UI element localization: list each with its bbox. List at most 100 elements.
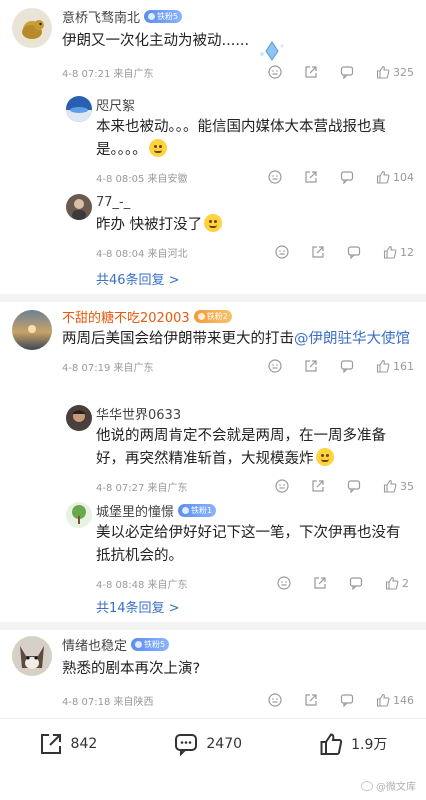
- share-button[interactable]: [304, 170, 318, 184]
- reply-time-location: 4-8 08:48 来自广东: [96, 579, 188, 591]
- react-button[interactable]: [277, 576, 291, 590]
- reply-text: 美以必定给伊好好记下这一笔，下次伊再也没有抵抗机会的。: [96, 522, 414, 568]
- share-icon: [312, 246, 324, 258]
- fan-badge: 铁粉5: [144, 9, 183, 23]
- like-button[interactable]: 12: [383, 245, 414, 259]
- username[interactable]: 77_-_: [96, 195, 130, 210]
- comment-text-content: 伊朗又一次化主动为被动......: [62, 33, 250, 49]
- fan-badge-label: 铁粉1: [191, 505, 213, 515]
- smile-icon: [277, 576, 291, 590]
- share-button[interactable]: [311, 479, 325, 493]
- like-button[interactable]: 325: [376, 65, 414, 79]
- avatar[interactable]: [66, 405, 92, 431]
- fan-badge: 铁粉1: [178, 503, 217, 517]
- reply-meta: 4-8 08:05 来自安徽 104: [96, 166, 414, 188]
- comment-text-content: 两周后美国会给伊朗带来更大的打击: [62, 331, 294, 347]
- username[interactable]: 城堡里的憧憬: [96, 501, 174, 520]
- share-post-button[interactable]: 842: [39, 732, 97, 756]
- username[interactable]: 情绪也稳定: [62, 635, 127, 654]
- reply-text-content: 他说的两周肯定不会就是两周，在一周多准备好，再突然精准斩首，大规模轰炸: [96, 428, 386, 467]
- reply-time-location: 4-8 08:05 来自安徽: [96, 173, 188, 185]
- reply-button[interactable]: [340, 693, 354, 707]
- fan-badge: 铁粉2: [193, 309, 232, 323]
- comment-icon: [347, 480, 361, 493]
- thumbs-up-icon: [376, 170, 390, 184]
- like-button[interactable]: 2: [385, 576, 414, 590]
- divider: [0, 294, 426, 302]
- thumbs-up-icon: [376, 693, 390, 707]
- reply-time-location: 4-8 08:04 来自河北: [96, 248, 188, 260]
- like-count: 35: [400, 479, 414, 493]
- share-button[interactable]: [313, 576, 327, 590]
- react-button[interactable]: [268, 693, 282, 707]
- more-replies-label: 共46条回复 >: [96, 272, 180, 288]
- reply-button[interactable]: [340, 359, 354, 373]
- react-button[interactable]: [275, 479, 289, 493]
- share-button[interactable]: [304, 693, 318, 707]
- like-button[interactable]: 161: [376, 359, 414, 373]
- reply-text-content: 美以必定给伊好好记下这一笔，下次伊再也没有抵抗机会的。: [96, 525, 401, 564]
- comment-icon: [340, 694, 354, 707]
- username[interactable]: 华华世界0633: [96, 404, 181, 423]
- grin-emoji-icon: [315, 448, 334, 466]
- smile-icon: [268, 170, 282, 184]
- comment-actions: 325: [246, 65, 414, 79]
- like-count: 2: [402, 576, 409, 590]
- avatar[interactable]: [66, 96, 92, 122]
- reply-button[interactable]: [347, 479, 361, 493]
- sparkle-sticker-icon: [260, 41, 284, 61]
- smile-icon: [275, 245, 289, 259]
- like-post-button[interactable]: 1.9万: [319, 732, 387, 756]
- reply-button[interactable]: [349, 576, 363, 590]
- like-button[interactable]: 104: [376, 170, 414, 184]
- smile-icon: [268, 65, 282, 79]
- comment-actions: 161: [246, 359, 414, 373]
- avatar[interactable]: [66, 502, 92, 528]
- reply-button[interactable]: [340, 170, 354, 184]
- avatar[interactable]: [12, 310, 52, 350]
- reply-actions: 12: [253, 245, 414, 259]
- reply-button[interactable]: [340, 65, 354, 79]
- share-button[interactable]: [304, 359, 318, 373]
- comment-icon: [340, 66, 354, 79]
- like-button[interactable]: 35: [383, 479, 414, 493]
- react-button[interactable]: [268, 170, 282, 184]
- mention-link[interactable]: @伊朗驻华大使馆: [294, 331, 410, 347]
- fan-badge: 铁粉5: [131, 637, 170, 651]
- thumbs-up-icon: [383, 245, 397, 259]
- share-icon: [40, 733, 61, 754]
- laugh-emoji-icon: [148, 139, 167, 157]
- avatar[interactable]: [66, 194, 92, 220]
- react-button[interactable]: [268, 359, 282, 373]
- comment-time-location: 4-8 07:21 来自广东: [62, 68, 154, 80]
- username[interactable]: 咫尺絮: [96, 95, 135, 114]
- avatar[interactable]: [12, 8, 52, 48]
- like-count: 146: [393, 693, 414, 707]
- bottom-action-bar: 842 2470 1.9万: [0, 718, 426, 768]
- react-button[interactable]: [275, 245, 289, 259]
- username[interactable]: 不甜的糖不吃202003: [62, 307, 190, 326]
- thumbs-up-icon: [320, 732, 343, 755]
- more-replies-label: 共14条回复 >: [96, 600, 180, 616]
- reply-button[interactable]: [347, 245, 361, 259]
- comment-post-button[interactable]: 2470: [174, 732, 242, 756]
- comment-icon: [347, 246, 361, 259]
- reply-actions: 35: [253, 479, 414, 493]
- divider: [0, 622, 426, 630]
- like-button[interactable]: 146: [376, 693, 414, 707]
- share-button[interactable]: [304, 65, 318, 79]
- watermark: @微文库: [361, 778, 416, 793]
- comment-header: 情绪也稳定 铁粉5: [62, 634, 414, 654]
- comment-icon: [349, 577, 363, 590]
- reply-header: 77_-_: [96, 192, 414, 212]
- username[interactable]: 意桥飞骛南北: [62, 7, 140, 26]
- share-button[interactable]: [311, 245, 325, 259]
- reply-meta: 4-8 07:27 来自广东 35: [96, 475, 414, 497]
- more-replies-link[interactable]: 共46条回复 >: [96, 267, 180, 289]
- react-button[interactable]: [268, 65, 282, 79]
- comment-1: 意桥飞骛南北 铁粉5 伊朗又一次化主动为被动...... 4-8 07:21 来…: [0, 6, 426, 83]
- like-count: 1.9万: [351, 736, 388, 753]
- more-replies-link[interactable]: 共14条回复 >: [96, 595, 180, 617]
- comment-meta: 4-8 07:21 来自广东 325: [62, 61, 414, 83]
- avatar[interactable]: [12, 636, 52, 676]
